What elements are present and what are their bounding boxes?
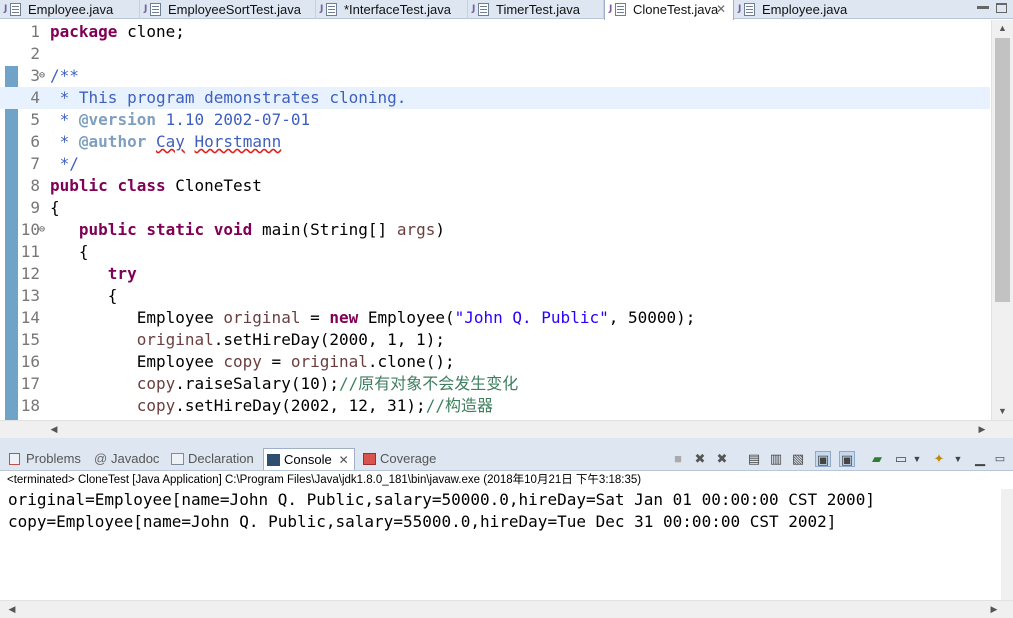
code-line: 13 { xyxy=(20,286,118,305)
clear-console-icon[interactable]: ▤ xyxy=(746,451,762,467)
remove-launch-icon[interactable]: ✖ xyxy=(692,451,708,467)
minimize-panel-icon[interactable]: ▁ xyxy=(972,451,988,467)
code-line: 17 copy.raiseSalary(10);//原有对象不会发生变化 xyxy=(20,374,519,393)
java-file-icon xyxy=(738,3,755,16)
minimize-editor-icon[interactable] xyxy=(977,6,989,9)
code-line: 18 copy.setHireDay(2002, 12, 31);//构造器 xyxy=(20,396,493,415)
tab-employee-java-2[interactable]: Employee.java xyxy=(734,0,874,19)
code-line: 10 ⊖ public static void main(String[] arg… xyxy=(20,219,445,241)
code-line: 12 try xyxy=(20,264,137,283)
code-line: 16 Employee copy = original.clone(); xyxy=(20,352,455,371)
tab-problems[interactable]: Problems xyxy=(6,448,81,470)
tab-label: TimerTest.java xyxy=(496,2,581,17)
code-lines: 1 package clone; 2 3 ⊖/** 4 * This program… xyxy=(0,21,990,417)
problems-icon xyxy=(9,453,20,465)
scroll-right-icon[interactable]: ▶ xyxy=(988,604,1000,615)
java-file-icon xyxy=(144,3,161,16)
scroll-left-icon[interactable]: ◀ xyxy=(6,604,18,615)
java-file-icon xyxy=(472,3,489,16)
code-line: 7 */ xyxy=(30,154,79,173)
tab-javadoc[interactable]: @ Javadoc xyxy=(91,448,159,470)
code-line: 3 ⊖/** xyxy=(30,65,79,87)
java-file-icon xyxy=(320,3,337,16)
fold-icon[interactable]: ⊖ xyxy=(39,65,45,87)
tab-label: Employee.java xyxy=(28,2,114,17)
scroll-down-icon[interactable]: ▼ xyxy=(992,406,1013,416)
code-editor[interactable]: 1 package clone; 2 3 ⊖/** 4 * This program… xyxy=(0,20,1013,440)
java-file-icon xyxy=(4,3,21,16)
tab-interfacetest-java[interactable]: *InterfaceTest.java xyxy=(316,0,468,19)
tab-label: EmployeeSortTest.java xyxy=(168,2,301,17)
tab-clonetest-java[interactable]: CloneTest.java ✕ xyxy=(604,0,734,20)
show-on-stderr-icon[interactable]: ▣ xyxy=(839,451,855,467)
tab-timertest-java[interactable]: TimerTest.java xyxy=(468,0,604,19)
console-line: original=Employee[name=John Q. Public,sa… xyxy=(8,490,875,509)
panel-divider[interactable] xyxy=(0,438,1013,446)
coverage-icon xyxy=(363,453,376,465)
tab-employeesorttest-java[interactable]: EmployeeSortTest.java xyxy=(140,0,316,19)
tab-label: *InterfaceTest.java xyxy=(344,2,451,17)
fold-icon[interactable]: ⊖ xyxy=(39,219,45,241)
scrollbar-thumb[interactable] xyxy=(995,38,1010,302)
code-line: 9{ xyxy=(30,198,60,217)
java-file-icon xyxy=(609,3,626,16)
close-tab-icon[interactable]: ✕ xyxy=(716,0,726,19)
tab-coverage[interactable]: Coverage xyxy=(360,448,436,470)
bottom-panel-tab-bar: Problems @ Javadoc Declaration Console ✕… xyxy=(0,446,1013,471)
editor-vertical-scrollbar[interactable]: ▲ ▼ xyxy=(991,20,1013,420)
tab-label: CloneTest.java xyxy=(633,2,719,17)
chevron-down-icon[interactable]: ▼ xyxy=(950,451,966,467)
code-line: 15 original.setHireDay(2000, 1, 1); xyxy=(20,330,445,349)
scroll-lock-icon[interactable]: ▥ xyxy=(768,451,784,467)
code-line: 1 package clone; xyxy=(30,22,185,41)
declaration-icon xyxy=(171,453,184,465)
code-line: 8 public class CloneTest xyxy=(30,176,262,195)
close-console-icon[interactable]: ✕ xyxy=(339,449,349,471)
code-line: 5 * @version 1.10 2002-07-01 xyxy=(30,110,311,129)
code-line: 11 { xyxy=(20,242,89,261)
code-line: 2 xyxy=(30,44,40,63)
tab-declaration[interactable]: Declaration xyxy=(168,448,254,470)
console-status-line: <terminated> CloneTest [Java Application… xyxy=(0,471,1013,489)
scroll-right-icon[interactable]: ▶ xyxy=(976,424,988,435)
javadoc-icon: @ xyxy=(94,451,108,466)
editor-horizontal-scrollbar[interactable]: ◀ ▶ xyxy=(0,420,1013,438)
maximize-panel-icon[interactable]: ▭ xyxy=(992,451,1008,467)
display-console-icon[interactable]: ▭ xyxy=(893,451,909,467)
console-vertical-scrollbar[interactable] xyxy=(1001,489,1013,600)
maximize-editor-icon[interactable] xyxy=(996,3,1007,13)
tab-console[interactable]: Console ✕ xyxy=(263,448,355,470)
pin-console-icon[interactable]: ▰ xyxy=(869,451,885,467)
code-line: 6 * @author Cay Horstmann xyxy=(30,132,282,151)
code-line-current: 4 * This program demonstrates cloning. xyxy=(0,87,990,109)
editor-tab-bar: Employee.java EmployeeSortTest.java *Int… xyxy=(0,0,1013,20)
show-on-stdout-icon[interactable]: ▣ xyxy=(815,451,831,467)
console-icon xyxy=(267,454,280,466)
console-line: copy=Employee[name=John Q. Public,salary… xyxy=(8,512,837,531)
tab-label: Employee.java xyxy=(762,2,848,17)
scroll-left-icon[interactable]: ◀ xyxy=(48,424,60,435)
code-line: 14 Employee original = new Employee("Joh… xyxy=(20,308,696,327)
tab-employee-java[interactable]: Employee.java xyxy=(0,0,140,19)
open-console-icon[interactable]: ✦ xyxy=(931,451,947,467)
scroll-up-icon[interactable]: ▲ xyxy=(992,23,1013,33)
chevron-down-icon[interactable]: ▼ xyxy=(909,451,925,467)
console-output[interactable]: original=Employee[name=John Q. Public,sa… xyxy=(0,489,1013,600)
terminate-icon[interactable]: ■ xyxy=(670,451,686,467)
console-horizontal-scrollbar[interactable]: ◀ ▶ xyxy=(0,600,1013,618)
remove-all-terminated-icon[interactable]: ✖ xyxy=(714,451,730,467)
word-wrap-icon[interactable]: ▧ xyxy=(790,451,806,467)
